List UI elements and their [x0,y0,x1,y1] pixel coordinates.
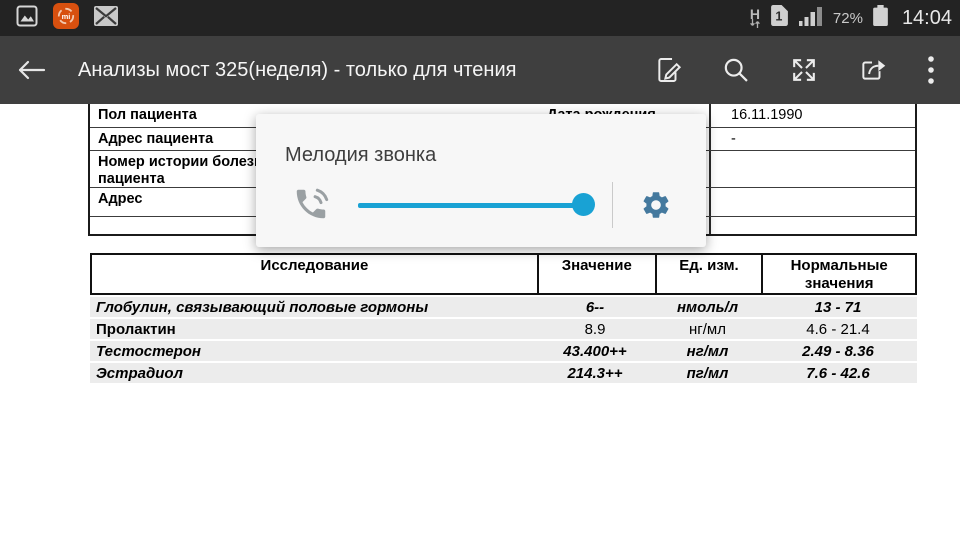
study-value: 214.3++ [536,365,654,382]
data-activity-icon [749,19,761,28]
patient-field-label: Адрес [90,188,275,208]
battery-icon [873,5,888,31]
status-indicators: H 1 72% 14:04 [749,5,952,31]
study-normal-range: 4.6 - 21.4 [761,321,915,338]
study-unit: нг/мл [654,321,761,338]
network-type-indicator: H [749,9,761,28]
table-row: Глобулин, связывающий половые гормоны 6-… [90,297,917,317]
email-icon [94,6,118,31]
share-icon [857,55,887,85]
patient-field-value: 16.11.1990 [709,104,915,127]
search-icon [721,55,751,85]
study-normal-range: 7.6 - 42.6 [761,365,915,382]
patient-field-label: Пол пациента [90,104,275,124]
study-normal-range: 2.49 - 8.36 [761,343,915,360]
table-row: Эстрадиол 214.3++ пг/мл 7.6 - 42.6 [90,363,917,383]
slider-thumb[interactable] [572,193,595,216]
notification-icons: mi [16,3,118,34]
sound-settings-button[interactable] [638,187,674,223]
gear-icon [640,189,672,221]
ringtone-volume-slider[interactable] [352,184,602,226]
study-name: Эстрадиол [90,365,536,382]
search-button[interactable] [714,50,758,90]
back-button[interactable] [14,55,54,85]
study-unit: нмоль/л [654,299,761,316]
patient-field-value [709,151,915,187]
ringtone-volume-popup: Мелодия звонка [256,114,706,247]
column-header-value: Значение [537,255,655,293]
clock-label: 14:04 [902,7,952,30]
overflow-menu-icon [927,54,935,86]
slider-track[interactable] [358,203,592,208]
toolbar-actions [646,50,944,90]
app-toolbar: Анализы мост 325(неделя) - только для чт… [0,36,960,104]
back-arrow-icon [14,57,48,83]
overflow-menu-button[interactable] [918,50,944,90]
edit-button[interactable] [646,50,690,90]
patient-field-value [709,217,915,234]
status-bar[interactable]: mi H 1 72% 14:04 [0,0,960,36]
patient-field-label [90,217,275,220]
table-row: Пролактин 8.9 нг/мл 4.6 - 21.4 [90,319,917,339]
gallery-icon [16,5,38,32]
study-value: 6-- [536,299,654,316]
edit-icon [653,55,683,85]
ringing-phone-icon [292,185,330,223]
svg-text:1: 1 [775,10,782,24]
svg-text:mi: mi [62,12,71,21]
network-type-label: H [750,9,760,19]
study-normal-range: 13 - 71 [761,299,915,316]
study-name: Тестостерон [90,343,536,360]
study-name: Глобулин, связывающий половые гормоны [90,299,536,316]
signal-strength-icon [798,6,823,31]
study-unit: пг/мл [654,365,761,382]
lab-results-table: Исследование Значение Ед. изм. Нормальны… [90,253,917,383]
patient-field-value [709,188,915,216]
study-unit: нг/мл [654,343,761,360]
share-button[interactable] [850,50,894,90]
column-header-normal: Нормальные значения [761,255,915,293]
patient-field-label: Адрес пациента [90,128,275,148]
fullscreen-icon [789,55,819,85]
popup-title: Мелодия звонка [285,144,436,167]
battery-percent-label: 72% [833,10,863,27]
column-header-unit: Ед. изм. [655,255,762,293]
study-name: Пролактин [90,321,536,338]
results-header-row: Исследование Значение Ед. изм. Нормальны… [90,253,917,295]
fullscreen-button[interactable] [782,50,826,90]
column-header-study: Исследование [92,255,537,293]
popup-divider [612,182,613,228]
patient-field-value: - [709,128,915,150]
document-title: Анализы мост 325(неделя) - только для чт… [78,59,516,82]
sim-card-icon: 1 [771,5,788,31]
study-value: 43.400++ [536,343,654,360]
mi-fit-icon: mi [53,3,79,34]
table-row: Тестостерон 43.400++ нг/мл 2.49 - 8.36 [90,341,917,361]
patient-field-label: Номер истории болезни пациента [90,151,275,188]
study-value: 8.9 [536,321,654,338]
